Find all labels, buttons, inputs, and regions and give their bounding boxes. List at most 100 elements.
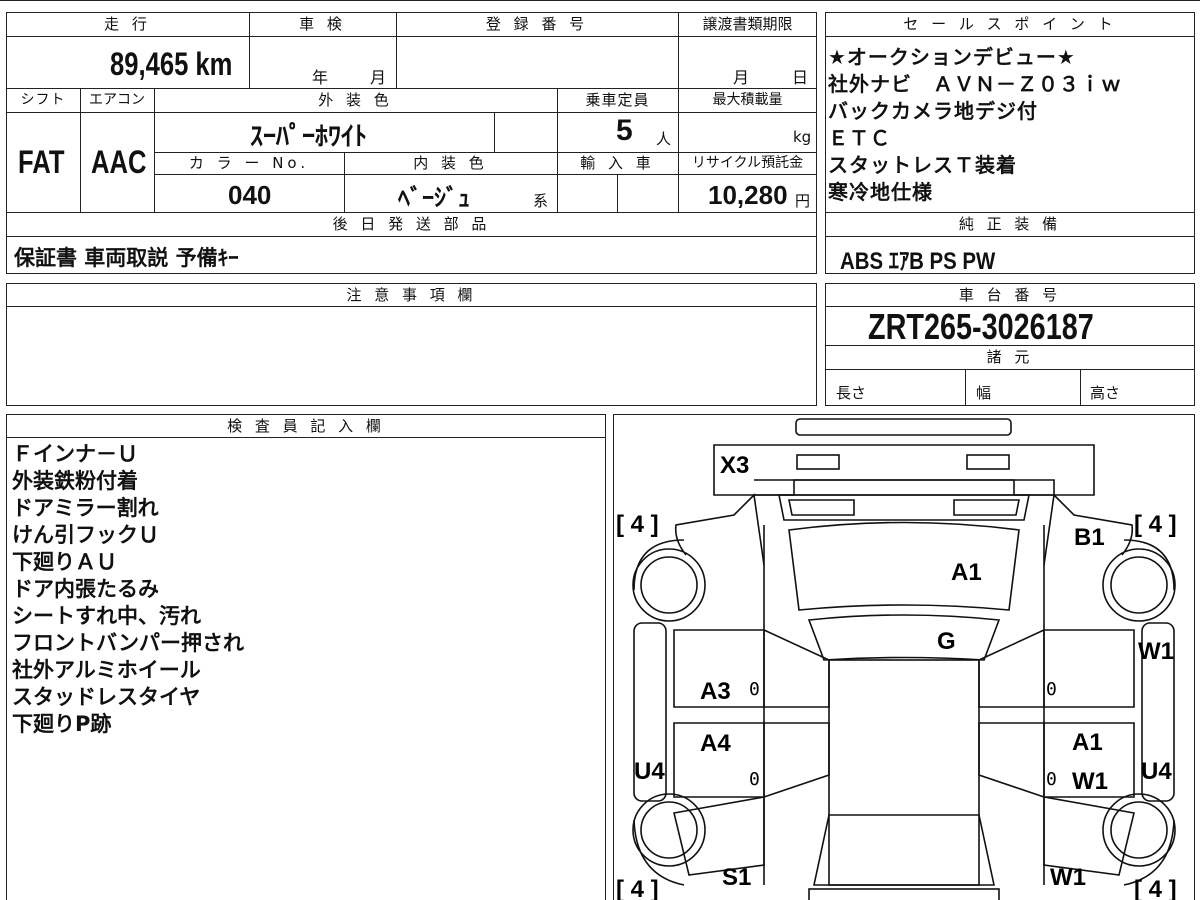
row-divider xyxy=(6,236,817,237)
color-number-value: 040 xyxy=(228,180,272,210)
car-damage-diagram: [ 4 ] [ 4 ] [ 4 ] [ 4 ] X3 B1 A1 G W1 A3… xyxy=(616,418,1177,900)
cabin-center xyxy=(828,659,980,886)
inspector-note: 下廻りP跡 xyxy=(12,712,112,736)
door-front-right xyxy=(1043,629,1135,708)
headlight-left xyxy=(796,454,840,470)
ac-value: AAC xyxy=(91,144,147,180)
body-outline xyxy=(763,525,1045,885)
inspector-note: けん引フックＵ xyxy=(12,523,159,547)
registration-label: 登 録 番 号 xyxy=(485,15,589,33)
col-divider xyxy=(80,88,81,212)
shift-label: シフト xyxy=(20,92,66,108)
row-divider xyxy=(6,306,817,307)
inspector-note: 外装鉄粉付着 xyxy=(12,469,138,493)
damage-code-u4-right: U4 xyxy=(1141,758,1172,785)
row-divider xyxy=(825,369,1195,370)
windshield xyxy=(788,521,1020,611)
color-number-label: カ ラ ー No. xyxy=(188,154,310,172)
sales-point-item: バックカメラ地デジ付 xyxy=(828,99,1038,123)
wheel-front-right-inner xyxy=(1110,556,1168,614)
wiper-inner xyxy=(788,499,1020,516)
transfer-deadline-label: 譲渡書類期限 xyxy=(702,15,793,33)
col-divider xyxy=(154,88,155,212)
inspector-notes-list: Ｆインナ－Ｕ 外装鉄粉付着 ドアミラー割れ けん引フックＵ 下廻りＡＵ ドア内張… xyxy=(12,441,602,738)
col-divider xyxy=(249,12,250,88)
recycle-fee-value: 10,280 xyxy=(708,180,788,210)
recycle-fee-label: リサイクル預託金 xyxy=(691,155,804,171)
sales-point-item: ★オークションデビュー★ xyxy=(828,45,1076,69)
row-divider xyxy=(6,36,817,37)
inspector-note: ドア内張たるみ xyxy=(12,577,159,601)
damage-code-s1: S1 xyxy=(722,864,751,891)
shift-value: FAT xyxy=(18,144,65,180)
row-divider xyxy=(6,212,817,213)
sales-point-item: ＥＴＣ xyxy=(828,126,891,150)
headlight-right xyxy=(966,454,1010,470)
transfer-day: 日 xyxy=(792,68,809,87)
col-divider xyxy=(344,152,345,212)
door-rear-left-inner xyxy=(763,722,830,798)
wheel-front-left-inner xyxy=(640,556,698,614)
mileage-value: 89,465 km xyxy=(110,46,233,82)
wheel-rear-right-inner xyxy=(1110,801,1168,859)
tire-tread-front-right: [ 4 ] xyxy=(1134,511,1177,538)
door-seal-mark: 0 xyxy=(749,679,760,700)
sales-point-item: スタットレスＴ装着 xyxy=(828,153,1017,177)
inspector-note: ドアミラー割れ xyxy=(12,496,159,520)
inspection-year: 年 xyxy=(312,68,329,87)
row-divider xyxy=(825,236,1195,237)
sales-points-list: ★オークションデビュー★ 社外ナビ ＡＶＮ－Ｚ０３ｉｗ バックカメラ地デジ付 Ｅ… xyxy=(828,44,1193,206)
ac-label: エアコン xyxy=(89,92,145,108)
length-label: 長さ xyxy=(836,384,867,402)
damage-code-a4: A4 xyxy=(700,730,731,757)
wheel-rear-left xyxy=(632,793,706,867)
import-label: 輸 入 車 xyxy=(580,154,655,172)
row-divider xyxy=(154,174,817,175)
col-divider xyxy=(396,12,397,88)
inspector-note: 下廻りＡＵ xyxy=(12,550,117,574)
door-seal-mark: 0 xyxy=(1046,679,1057,700)
caution-label: 注 意 事 項 欄 xyxy=(346,286,477,304)
door-rear-right-inner xyxy=(978,722,1045,798)
col-divider xyxy=(494,112,495,152)
chassis-number-label: 車 台 番 号 xyxy=(958,286,1062,304)
max-load-unit: kg xyxy=(793,128,812,146)
transfer-month: 月 xyxy=(733,68,750,87)
damage-code-w1-rocker: W1 xyxy=(1138,638,1174,665)
door-front-right-inner xyxy=(978,629,1045,708)
tire-tread-front-left: [ 4 ] xyxy=(616,511,659,538)
col-divider xyxy=(557,88,558,212)
interior-color-label: 内 装 色 xyxy=(413,154,488,172)
door-front-left-inner xyxy=(763,629,830,708)
row-divider xyxy=(825,212,1195,213)
door-seal-mark: 0 xyxy=(749,769,760,790)
inspection-month: 月 xyxy=(370,68,387,87)
damage-code-a3: A3 xyxy=(700,678,731,705)
inspection-label: 車 検 xyxy=(299,15,346,33)
wiper-area xyxy=(778,494,1030,521)
inspector-note: 社外アルミホイール xyxy=(12,658,201,682)
damage-code-u4-left: U4 xyxy=(634,758,665,785)
sales-point-item: 社外ナビ ＡＶＮ－Ｚ０３ｉｗ xyxy=(828,72,1122,96)
rear-window xyxy=(813,814,995,886)
interior-color-value: ﾍﾞｰｼﾞｭ xyxy=(398,184,470,212)
inspector-notes-label: 検 査 員 記 入 欄 xyxy=(227,417,385,435)
mileage-label: 走 行 xyxy=(104,15,151,33)
sales-points-label: セ ー ル ス ポ イ ン ト xyxy=(903,15,1117,33)
door-seal-mark: 0 xyxy=(1046,769,1057,790)
sales-point-item: 寒冷地仕様 xyxy=(828,180,933,204)
wheel-rear-left-inner xyxy=(640,801,698,859)
col-divider xyxy=(678,88,679,212)
row-divider xyxy=(6,437,606,438)
wheel-rear-right xyxy=(1102,793,1176,867)
inspector-note: Ｆインナ－Ｕ xyxy=(12,442,138,466)
col-divider xyxy=(1080,369,1081,406)
row-divider xyxy=(6,112,817,113)
height-label: 高さ xyxy=(1090,384,1121,402)
tire-tread-rear-right: [ 4 ] xyxy=(1134,876,1177,900)
top-edge-line xyxy=(0,0,1200,1)
exterior-color-label: 外 装 色 xyxy=(318,91,393,109)
equipment-value: ABS ｴｱB PS PW xyxy=(840,248,996,275)
capacity-unit: 人 xyxy=(656,130,672,148)
row-divider xyxy=(825,36,1195,37)
